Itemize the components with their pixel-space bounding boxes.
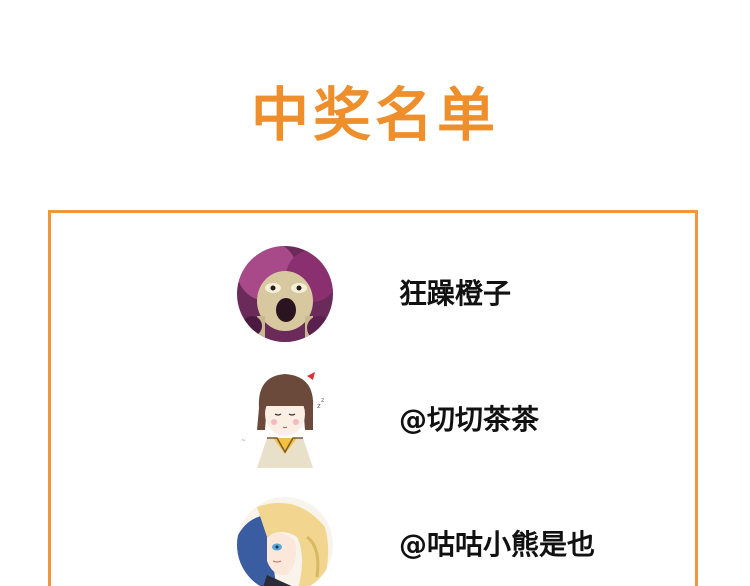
winner-name: @切切茶茶: [399, 403, 540, 436]
winner-row: 狂躁橙子: [51, 246, 701, 346]
svg-text:z: z: [321, 397, 324, 404]
winner-row: z z ~ @切切茶茶: [51, 368, 701, 478]
winner-name: 狂躁橙子: [399, 277, 512, 310]
dark-anime-character-avatar-icon[interactable]: [237, 246, 333, 342]
winner-name: @咕咕小熊是也: [399, 528, 596, 561]
sleepy-schoolgirl-avatar-icon[interactable]: z z ~: [237, 368, 333, 478]
winners-list-panel: 狂躁橙子 z z ~ @切切茶茶 @咕咕小熊是也: [48, 210, 698, 586]
blonde-anime-character-avatar-icon[interactable]: [237, 497, 333, 586]
page-title: 中奖名单: [250, 81, 499, 149]
svg-text:~: ~: [241, 437, 246, 444]
winner-row: @咕咕小熊是也: [51, 497, 701, 586]
